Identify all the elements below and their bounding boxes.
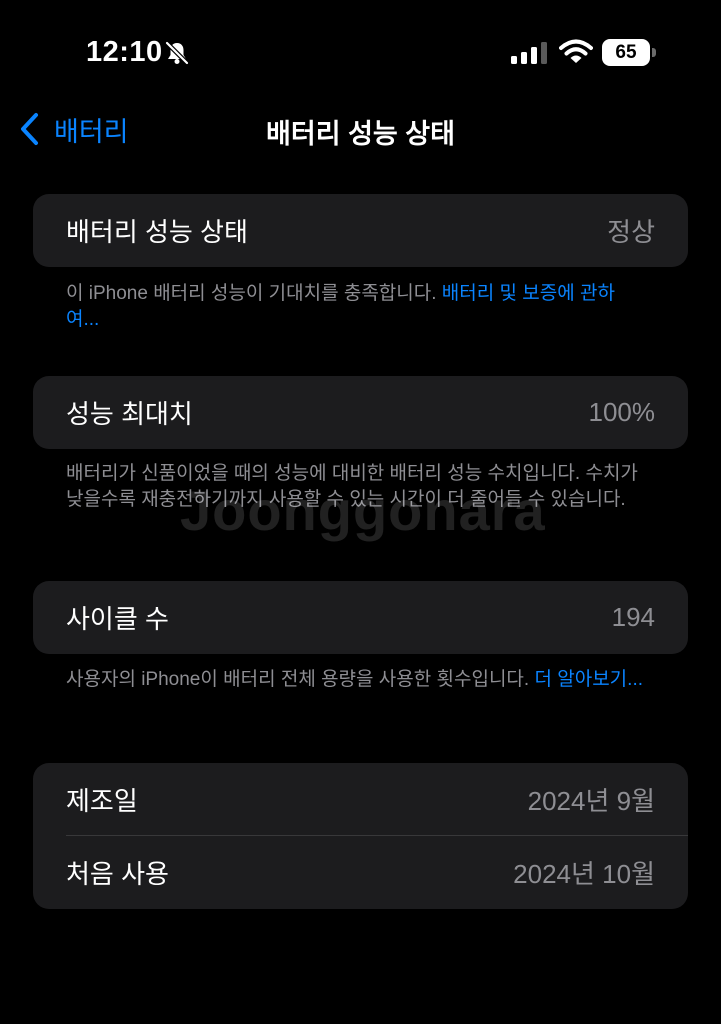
maximum-capacity-card: 성능 최대치 100%: [33, 376, 688, 449]
battery-icon: 65: [602, 39, 656, 66]
wifi-icon: [559, 39, 593, 63]
maximum-capacity-row: 성능 최대치 100%: [33, 376, 688, 449]
navigation-bar: 배터리 배터리 성능 상태: [0, 100, 721, 160]
cycle-count-row: 사이클 수 194: [33, 581, 688, 654]
cellular-signal-icon: [511, 42, 547, 64]
battery-health-note-text: 이 iPhone 배터리 성능이 기대치를 충족합니다.: [66, 283, 442, 304]
learn-more-link[interactable]: 더 알아보기...: [534, 669, 643, 690]
status-bar: 12:10 65: [0, 0, 721, 100]
battery-tip: [652, 48, 656, 57]
status-time: 12:10: [86, 36, 163, 68]
first-use-row: 처음 사용 2024년 10월: [33, 836, 688, 909]
manufacture-date-row: 제조일 2024년 9월: [33, 763, 688, 836]
manufacture-date-label: 제조일: [66, 786, 138, 816]
first-use-label: 처음 사용: [66, 859, 169, 889]
cycle-count-note-text: 사용자의 iPhone이 배터리 전체 용량을 사용한 횟수입니다.: [66, 669, 535, 690]
cycle-count-label: 사이클 수: [66, 604, 169, 634]
battery-health-value: 정상: [607, 217, 655, 247]
battery-health-note: 이 iPhone 배터리 성능이 기대치를 충족합니다. 배터리 및 보증에 관…: [66, 281, 646, 333]
page-title: 배터리 성능 상태: [266, 119, 455, 149]
battery-health-label: 배터리 성능 상태: [66, 217, 248, 247]
cycle-count-card: 사이클 수 194: [33, 581, 688, 654]
battery-health-card: 배터리 성능 상태 정상: [33, 194, 688, 267]
maximum-capacity-note: 배터리가 신품이었을 때의 성능에 대비한 배터리 성능 수치입니다. 수치가 …: [66, 463, 638, 510]
bell-slash-icon: [165, 41, 189, 65]
first-use-value: 2024년 10월: [513, 859, 655, 889]
manufacture-date-value: 2024년 9월: [527, 786, 655, 816]
cycle-count-value: 194: [611, 602, 655, 632]
battery-health-row: 배터리 성능 상태 정상: [33, 194, 688, 267]
dates-card: 제조일 2024년 9월 처음 사용 2024년 10월: [33, 763, 688, 909]
cycle-count-note: 사용자의 iPhone이 배터리 전체 용량을 사용한 횟수입니다. 더 알아보…: [66, 667, 646, 693]
maximum-capacity-label: 성능 최대치: [66, 399, 193, 429]
maximum-capacity-value: 100%: [588, 397, 656, 427]
battery-level: 65: [602, 39, 650, 66]
